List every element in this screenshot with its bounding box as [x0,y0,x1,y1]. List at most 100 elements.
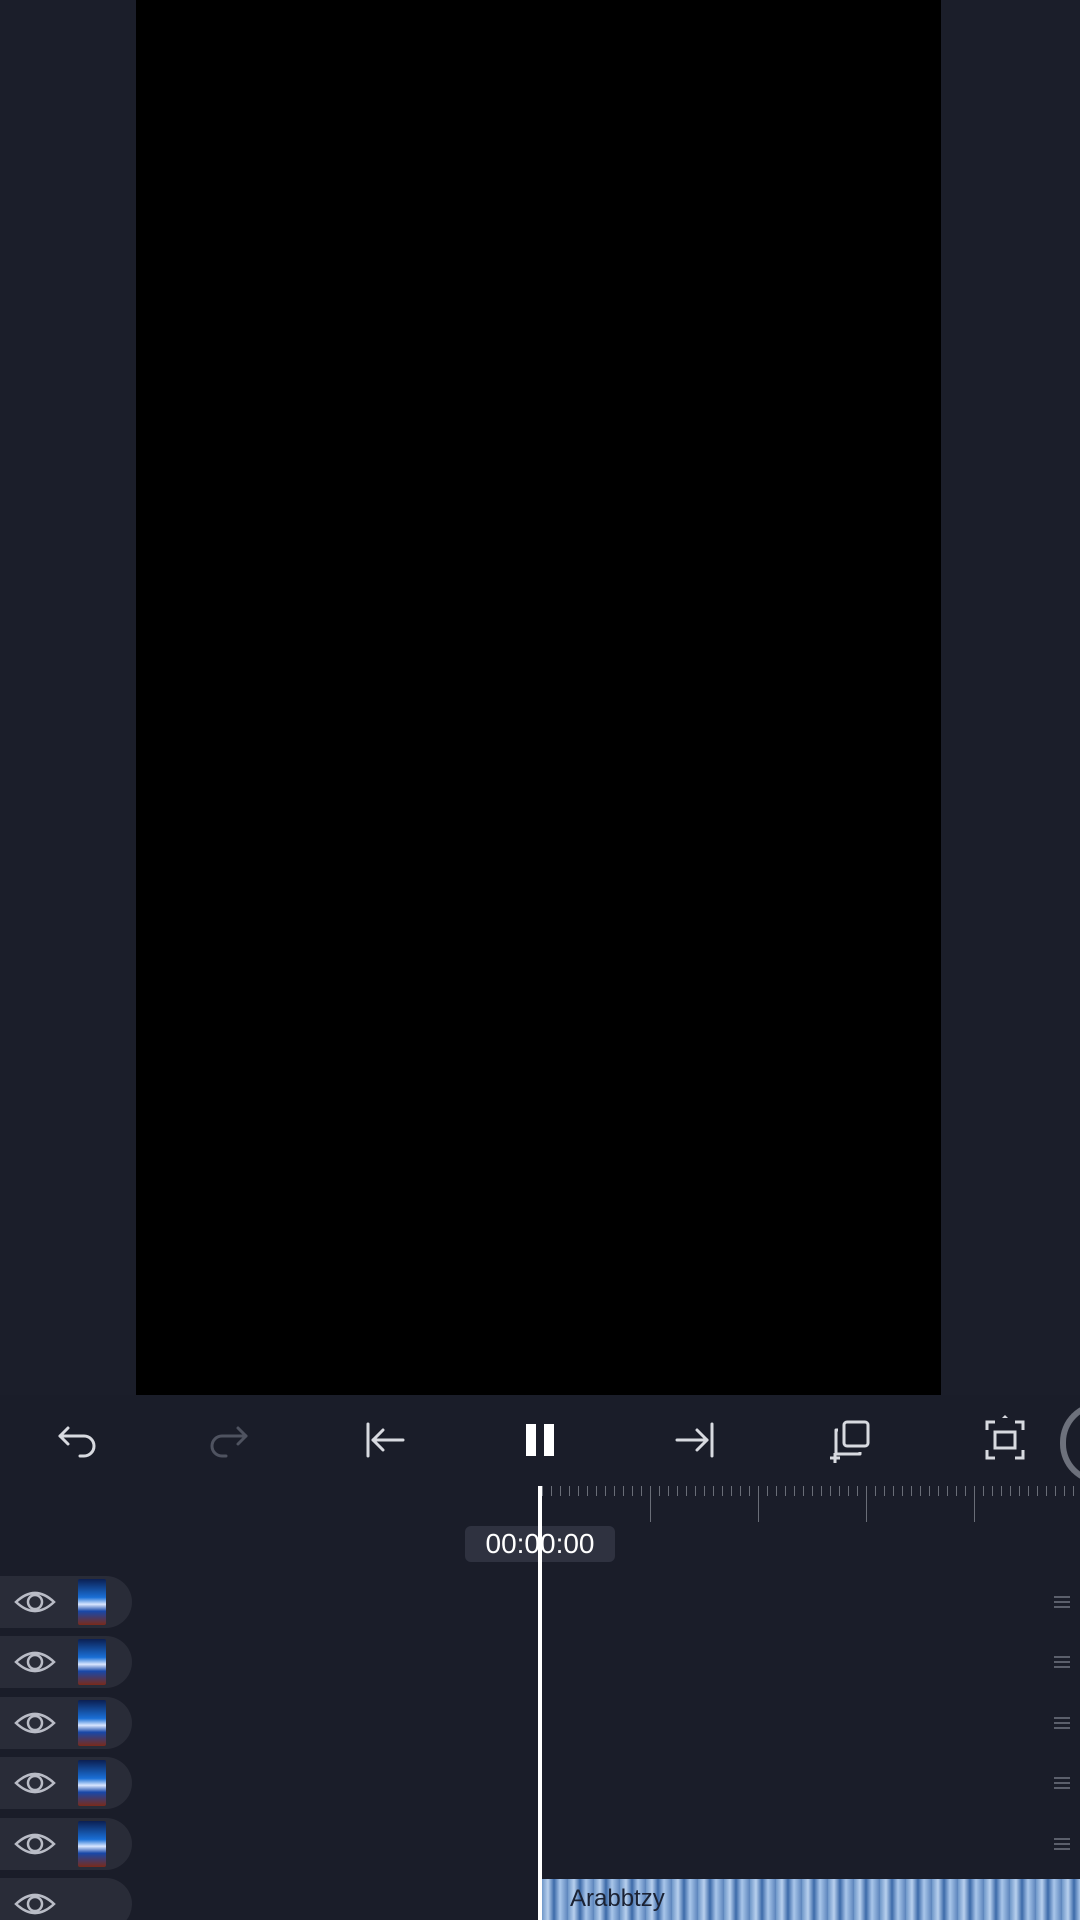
ruler-tick [704,1486,705,1496]
audio-clip-label: Arabbtzy [570,1885,665,1912]
eye-icon[interactable] [14,1767,56,1799]
reorder-handle-icon[interactable] [1053,1716,1071,1730]
ruler-tick [1046,1486,1047,1496]
ruler-tick [983,1486,984,1496]
ruler-tick [794,1486,795,1496]
clip-thumbnail [78,1579,106,1625]
ruler-tick [749,1486,750,1496]
ruler-tick [659,1486,660,1496]
eye-icon[interactable] [14,1707,56,1739]
ruler-tick [929,1486,930,1496]
ruler-tick [614,1486,615,1496]
ruler-tick [713,1486,714,1496]
ruler-tick [551,1486,552,1496]
ruler-tick [767,1486,768,1496]
clip-thumbnail [78,1700,106,1746]
playback-toolbar [0,1395,1080,1485]
ruler-tick [677,1486,678,1496]
ruler-tick [695,1486,696,1496]
ruler-tick [902,1486,903,1496]
ruler-tick [974,1486,975,1522]
ruler-tick [587,1486,588,1496]
ruler-tick [686,1486,687,1496]
undo-icon [58,1426,96,1458]
add-layer-button[interactable] [805,1395,895,1485]
ruler-tick [875,1486,876,1496]
ruler-tick [641,1486,642,1496]
fullscreen-button[interactable] [960,1395,1050,1485]
ruler-tick [1055,1486,1056,1496]
ruler-tick [1037,1486,1038,1496]
jump-to-end-button[interactable] [650,1395,740,1485]
ruler-tick [1010,1486,1011,1496]
ruler-tick [848,1486,849,1496]
eye-icon[interactable] [14,1586,56,1618]
ruler-tick [785,1486,786,1496]
ruler-tick [812,1486,813,1496]
layer-row[interactable] [0,1878,132,1920]
ruler-tick [578,1486,579,1496]
preview-canvas[interactable] [136,0,941,1395]
undo-button[interactable] [31,1395,121,1485]
layer-row[interactable] [0,1818,132,1870]
ruler-tick [992,1486,993,1496]
ruler-tick [911,1486,912,1496]
ruler-tick [758,1486,759,1522]
ruler-tick [884,1486,885,1496]
ruler-tick [569,1486,570,1496]
ruler-tick [740,1486,741,1496]
reorder-handle-icon[interactable] [1053,1655,1071,1669]
eye-icon[interactable] [14,1646,56,1678]
ruler-tick [821,1486,822,1496]
ruler-tick [668,1486,669,1496]
ruler-tick [965,1486,966,1496]
redo-icon [210,1426,248,1458]
ruler-tick [1001,1486,1002,1496]
ruler-tick [560,1486,561,1496]
ruler-tick [722,1486,723,1496]
layer-row[interactable] [0,1576,132,1628]
ruler-tick [650,1486,651,1522]
ruler-tick [938,1486,939,1496]
ruler-tick [893,1486,894,1496]
clip-thumbnail [78,1639,106,1685]
reorder-handle-icon[interactable] [1053,1595,1071,1609]
clip-thumbnail [78,1821,106,1867]
redo-button[interactable] [185,1395,275,1485]
fullscreen-icon [985,1415,1025,1460]
eye-icon[interactable] [14,1828,56,1860]
ruler-tick [596,1486,597,1496]
ruler-tick [1028,1486,1029,1496]
ruler-tick [542,1486,543,1496]
layer-row[interactable] [0,1757,132,1809]
ruler-tick [632,1486,633,1496]
ruler-tick [947,1486,948,1496]
ruler-tick [839,1486,840,1496]
ruler-tick [623,1486,624,1496]
pause-button[interactable] [495,1395,585,1485]
ruler-tick [731,1486,732,1496]
ruler-tick [920,1486,921,1496]
playhead[interactable] [538,1486,542,1920]
ruler-tick [830,1486,831,1496]
ruler-tick [1073,1486,1074,1496]
ruler-tick [803,1486,804,1496]
preview-area [0,0,1080,1395]
ruler-tick [1019,1486,1020,1496]
ruler-tick [605,1486,606,1496]
ruler-tick [776,1486,777,1496]
ruler-tick [866,1486,867,1522]
jump-to-start-button[interactable] [340,1395,430,1485]
timeline-ruler[interactable] [542,1486,1080,1528]
layer-row[interactable] [0,1636,132,1688]
layer-row[interactable] [0,1697,132,1749]
reorder-handle-icon[interactable] [1053,1776,1071,1790]
eye-icon[interactable] [14,1888,56,1920]
reorder-handle-icon[interactable] [1053,1837,1071,1851]
ruler-tick [1064,1486,1065,1496]
jump-to-start-icon [366,1422,405,1458]
video-editor: 00:00:00 Arabbtzy [0,0,1080,1920]
audio-clip[interactable]: Arabbtzy [542,1879,1080,1920]
ruler-tick [956,1486,957,1496]
duplicate-add-icon [830,1420,870,1463]
